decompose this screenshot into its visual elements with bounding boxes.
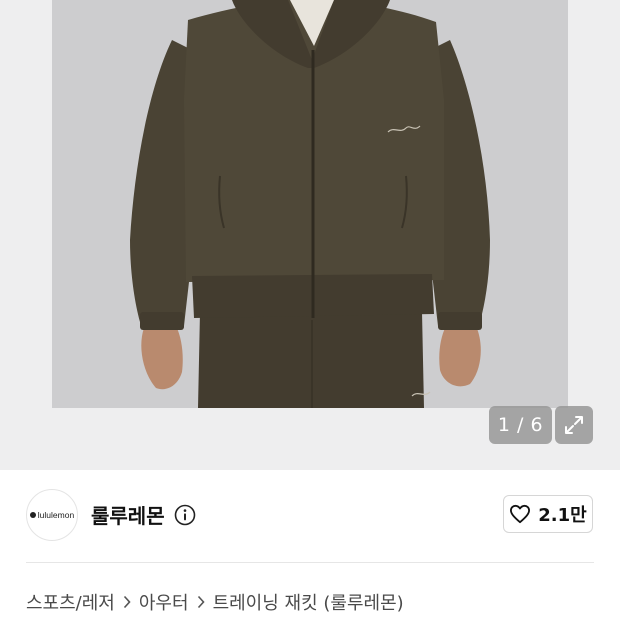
jacket-illustration [52,0,568,408]
image-counter: 1 / 6 [489,406,552,444]
breadcrumb-item-training-jacket[interactable]: 트레이닝 재킷 (룰루레몬) [213,589,404,615]
product-photo[interactable] [52,0,568,408]
seller-section: lululemon 룰루레몬 2.1만 [0,470,620,562]
breadcrumb: 스포츠/레저 아우터 트레이닝 재킷 (룰루레몬) [26,589,404,615]
info-icon[interactable] [174,504,196,526]
lululemon-logo-icon [29,512,36,518]
product-image-gallery[interactable]: 1 / 6 [0,0,620,470]
breadcrumb-item-outer[interactable]: 아우터 [139,589,189,615]
like-count: 2.1만 [538,505,587,526]
breadcrumb-item-sports-leisure[interactable]: 스포츠/레저 [26,589,115,615]
expand-arrows-icon [565,416,583,434]
chevron-right-icon [123,595,131,609]
chevron-right-icon [197,595,205,609]
divider [26,562,594,563]
fullscreen-button[interactable] [555,406,593,444]
seller-name[interactable]: 룰루레몬 [91,500,165,529]
seller-avatar[interactable]: lululemon [26,489,78,541]
like-button[interactable]: 2.1만 [503,495,593,533]
seller-logo: lululemon [29,510,75,520]
seller-logo-text: lululemon [37,510,75,520]
heart-outline-icon [510,504,531,524]
